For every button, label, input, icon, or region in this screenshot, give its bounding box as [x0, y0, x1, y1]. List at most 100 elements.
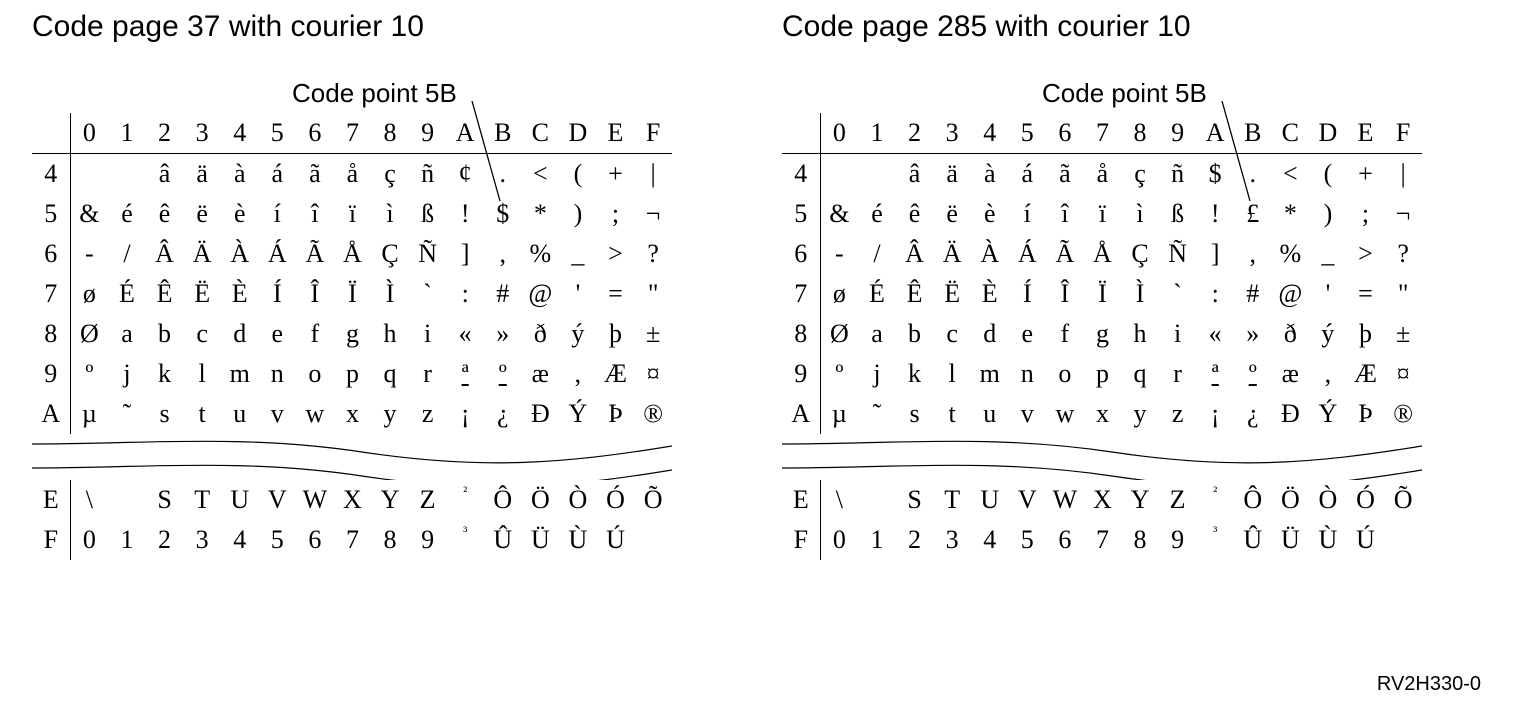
cell: d	[221, 314, 259, 354]
cell: ä	[933, 154, 971, 195]
cell: &	[70, 194, 108, 234]
column-header-row: 0 1 2 3 4 5 6 7 8 9 A B C D E	[32, 113, 672, 154]
cell: 1	[108, 520, 146, 560]
cell: ?	[634, 234, 672, 274]
cell: )	[559, 194, 597, 234]
col-header: A	[446, 113, 484, 154]
col-header: 6	[1046, 113, 1084, 154]
cell: ñ	[1159, 154, 1197, 195]
cell: ¿	[1234, 394, 1272, 434]
cell: ]	[446, 234, 484, 274]
cell: à	[221, 154, 259, 195]
cell: 6	[1046, 520, 1084, 560]
cell: ë	[933, 194, 971, 234]
col-header: 5	[1009, 113, 1047, 154]
cell: %	[522, 234, 560, 274]
cell: Ù	[559, 520, 597, 560]
cell: S	[896, 480, 934, 520]
table-row: 5 &éêëèíîïìß!$*);¬	[32, 194, 672, 234]
col-header: 3	[183, 113, 221, 154]
cell: È	[221, 274, 259, 314]
cell: X	[334, 480, 372, 520]
cell: Ý	[1309, 394, 1347, 434]
cell: »	[484, 314, 522, 354]
cell: d	[971, 314, 1009, 354]
cell: º	[1234, 354, 1272, 394]
cell: é	[108, 194, 146, 234]
col-header: B	[484, 113, 522, 154]
cell: U	[221, 480, 259, 520]
cell: k	[146, 354, 184, 394]
table-row: 8 Øabcdefghi«»ðýþ±	[32, 314, 672, 354]
cell: Ô	[1234, 480, 1272, 520]
cell: x	[334, 394, 372, 434]
cell: Û	[484, 520, 522, 560]
row-stub: 7	[782, 274, 820, 314]
cell: .	[484, 154, 522, 195]
cell: e	[259, 314, 297, 354]
cell: (	[1309, 154, 1347, 195]
cell: Ô	[484, 480, 522, 520]
cell: j	[108, 354, 146, 394]
cell: ý	[1309, 314, 1347, 354]
cell: Y	[1121, 480, 1159, 520]
cell: í	[1009, 194, 1047, 234]
cell: Ñ	[409, 234, 447, 274]
cell: l	[183, 354, 221, 394]
cell: Ë	[933, 274, 971, 314]
cell: p	[1084, 354, 1122, 394]
cell: Ý	[559, 394, 597, 434]
cell: ®	[634, 394, 672, 434]
cell: _	[1309, 234, 1347, 274]
cell: -	[820, 234, 858, 274]
cell: Æ	[1347, 354, 1385, 394]
cell: Á	[259, 234, 297, 274]
cell: «	[446, 314, 484, 354]
cell: 9	[409, 520, 447, 560]
cell: $	[484, 194, 522, 234]
cell: ,	[484, 234, 522, 274]
cell: «	[1196, 314, 1234, 354]
cell: =	[1347, 274, 1385, 314]
cell: Ò	[559, 480, 597, 520]
col-header: C	[522, 113, 560, 154]
cell: r	[1159, 354, 1197, 394]
cell: »	[1234, 314, 1272, 354]
cell: ç	[371, 154, 409, 195]
cell: ê	[896, 194, 934, 234]
cell: t	[933, 394, 971, 434]
cell: |	[634, 154, 672, 195]
cell: h	[1121, 314, 1159, 354]
cell: y	[371, 394, 409, 434]
callout-text: Code point 5B	[1042, 78, 1207, 109]
cell: à	[971, 154, 1009, 195]
row-stub: E	[32, 480, 70, 520]
cell: q	[1121, 354, 1159, 394]
cell: "	[1384, 274, 1422, 314]
cell: >	[597, 234, 635, 274]
col-header: 9	[409, 113, 447, 154]
table-row: E \STUVWXYZ²ÔÖÒÓÕ	[782, 480, 1422, 520]
cell: ª	[446, 354, 484, 394]
cell: ã	[296, 154, 334, 195]
cell: Â	[146, 234, 184, 274]
cell: h	[371, 314, 409, 354]
cell: :	[1196, 274, 1234, 314]
cell: ç	[1121, 154, 1159, 195]
cell: |	[1384, 154, 1422, 195]
panel-codepage-37: Code page 37 with courier 10 Code point …	[32, 10, 692, 560]
cell: n	[259, 354, 297, 394]
cell: Z	[409, 480, 447, 520]
col-header: 8	[371, 113, 409, 154]
cell: /	[108, 234, 146, 274]
cell: ¤	[634, 354, 672, 394]
table-row: 9 ºjklmnopqrªºæ,Æ¤	[782, 354, 1422, 394]
table-row: 5 &éêëèíîïìß!£*);¬	[782, 194, 1422, 234]
cell: 5	[259, 520, 297, 560]
table-row: E \STUVWXYZ²ÔÖÒÓÕ	[32, 480, 672, 520]
cell: ±	[634, 314, 672, 354]
cell: x	[1084, 394, 1122, 434]
cell: Ä	[183, 234, 221, 274]
cell: k	[896, 354, 934, 394]
cell: 7	[1084, 520, 1122, 560]
